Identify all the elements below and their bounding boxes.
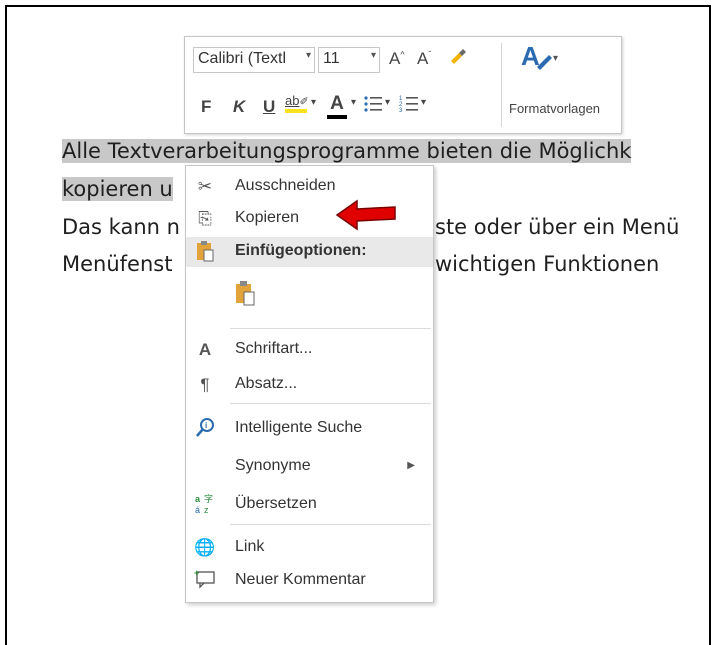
- line3-right-text: ste oder über ein Menü: [435, 215, 680, 239]
- document-line-3-right[interactable]: ste oder über ein Menü: [435, 212, 679, 242]
- menu-item-translate[interactable]: a字áz Übersetzen: [186, 490, 433, 520]
- svg-text:字: 字: [204, 493, 213, 504]
- numbering-button[interactable]: 123: [399, 94, 419, 119]
- clipboard-icon: [192, 240, 218, 264]
- bullets-button[interactable]: [363, 94, 383, 119]
- menu-item-new-comment[interactable]: + Neuer Kommentar: [186, 566, 433, 596]
- menu-item-label: Neuer Kommentar: [235, 571, 366, 588]
- comment-icon: +: [192, 568, 218, 593]
- grow-font-button[interactable]: A^: [389, 49, 405, 69]
- menu-item-label: Synonyme: [235, 457, 311, 474]
- menu-item-label: Übersetzen: [235, 495, 317, 512]
- numbered-list-icon: 123: [399, 96, 418, 114]
- document-frame: Alle Textverarbeitungsprogramme bieten d…: [5, 5, 711, 645]
- shrink-font-button[interactable]: Aˇ: [417, 49, 431, 69]
- copy-icon: ⎘: [198, 209, 212, 228]
- document-line-1[interactable]: Alle Textverarbeitungsprogramme bieten d…: [62, 136, 632, 166]
- line3-left-text: Das kann n: [62, 215, 180, 239]
- menu-item-link[interactable]: 🌐 Link: [186, 533, 433, 563]
- chevron-down-icon[interactable]: ▾: [371, 50, 376, 61]
- red-arrow-annotation: [335, 199, 396, 231]
- font-name-combobox[interactable]: Calibri (Textl ▾: [193, 47, 315, 73]
- font-size-value: 11: [323, 50, 340, 67]
- menu-item-smart-lookup[interactable]: i Intelligente Suche: [186, 414, 433, 444]
- scissors-icon: ✂: [197, 177, 213, 196]
- font-size-combobox[interactable]: 11 ▾: [318, 47, 380, 73]
- font-name-value: Calibri (Textl: [198, 50, 287, 67]
- smart-lookup-icon: i: [192, 417, 218, 441]
- underline-button[interactable]: U: [263, 97, 275, 117]
- chevron-down-icon[interactable]: ▾: [306, 50, 311, 61]
- highlight-icon: ab: [285, 93, 300, 108]
- menu-item-label: Schriftart...: [235, 340, 313, 357]
- highlight-dropdown[interactable]: ▾: [311, 97, 316, 108]
- menu-item-label: Absatz...: [235, 375, 298, 392]
- svg-text:a: a: [195, 494, 201, 504]
- font-color-icon: A: [330, 93, 344, 114]
- menu-item-synonyms[interactable]: Synonyme ▶: [186, 452, 433, 482]
- font-icon: A: [198, 340, 212, 359]
- mini-toolbar: Calibri (Textl ▾ 11 ▾ A^ Aˇ A ▾ F K U ab…: [184, 36, 622, 134]
- italic-icon: K: [233, 97, 246, 116]
- bullets-dropdown[interactable]: ▾: [385, 97, 390, 108]
- translate-icon: a字áz: [192, 493, 218, 517]
- menu-header-paste-options: Einfügeoptionen:: [186, 237, 433, 267]
- svg-text:3: 3: [399, 108, 403, 114]
- numbering-dropdown[interactable]: ▾: [421, 97, 426, 108]
- bullet-list-icon: [364, 96, 382, 112]
- italic-button[interactable]: K: [233, 97, 245, 117]
- menu-item-label: Ausschneiden: [235, 177, 336, 194]
- bold-button[interactable]: F: [201, 97, 211, 117]
- font-color-button[interactable]: A: [327, 93, 347, 119]
- menu-separator: [230, 328, 431, 329]
- styles-icon: A ▾: [521, 41, 558, 71]
- shrink-font-icon: A: [417, 49, 429, 68]
- format-painter-button[interactable]: [447, 45, 469, 72]
- paragraph-icon: ¶: [200, 375, 210, 394]
- document-line-4[interactable]: Menüfenst: [62, 249, 172, 279]
- menu-item-label: Kopieren: [235, 209, 300, 226]
- svg-text:á: á: [195, 505, 200, 515]
- line4-left-text: Menüfenst: [62, 252, 173, 276]
- menu-separator: [230, 524, 431, 525]
- paste-clipboard-icon: [232, 280, 258, 306]
- document-line-3[interactable]: Das kann n: [62, 212, 180, 242]
- svg-text:A: A: [521, 41, 540, 71]
- document-line-2[interactable]: kopieren u: [62, 174, 173, 204]
- svg-text:i: i: [205, 421, 207, 430]
- paste-option-keep-source[interactable]: [186, 272, 433, 312]
- font-color-bar: [327, 115, 347, 119]
- submenu-arrow-icon: ▶: [407, 460, 415, 471]
- menu-item-paragraph[interactable]: ¶ Absatz...: [186, 370, 433, 400]
- menu-item-label: Intelligente Suche: [235, 419, 363, 436]
- styles-label[interactable]: Formatvorlagen: [509, 101, 600, 116]
- grow-font-icon: A: [389, 49, 401, 68]
- line4-right-text: wichtigen Funktionen: [435, 252, 660, 276]
- highlight-button[interactable]: ab✐: [285, 93, 309, 113]
- svg-text:▾: ▾: [553, 53, 558, 64]
- menu-item-label: Link: [235, 538, 265, 555]
- menu-separator: [230, 403, 431, 404]
- font-color-dropdown[interactable]: ▾: [351, 97, 356, 108]
- menu-item-font[interactable]: A Schriftart...: [186, 335, 433, 365]
- menu-header-label: Einfügeoptionen:: [235, 242, 367, 259]
- selected-text[interactable]: Alle Textverarbeitungsprogramme bieten d…: [62, 139, 632, 163]
- svg-text:z: z: [204, 505, 209, 515]
- styles-button[interactable]: A ▾: [519, 41, 563, 78]
- svg-text:+: +: [194, 569, 199, 578]
- link-icon: 🌐: [194, 538, 216, 557]
- highlight-color-bar: [285, 109, 307, 113]
- underline-icon: U: [263, 97, 276, 116]
- toolbar-separator: [501, 43, 502, 127]
- selected-text-2[interactable]: kopieren u: [62, 177, 173, 201]
- document-line-4-right[interactable]: wichtigen Funktionen: [435, 249, 659, 279]
- format-painter-icon: [451, 49, 466, 64]
- bold-icon: F: [201, 97, 212, 116]
